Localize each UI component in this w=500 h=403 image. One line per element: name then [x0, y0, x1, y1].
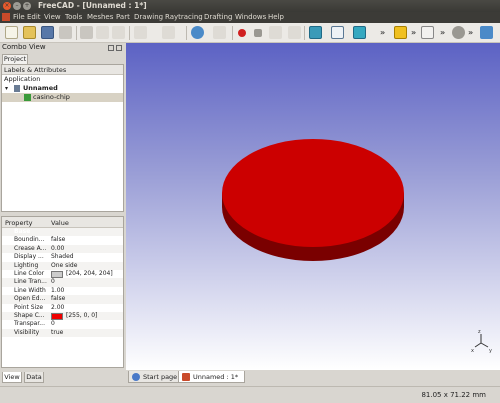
project-tree: Labels & Attributes Application ▾ Unname…: [1, 64, 124, 212]
tree-document[interactable]: ▾ Unnamed: [2, 84, 123, 93]
menu-edit[interactable]: Edit: [27, 13, 41, 21]
property-editor: Property Value Base Boundin... false Crea…: [1, 216, 124, 368]
property-row[interactable]: Open Ed... false: [2, 295, 123, 304]
property-row[interactable]: Line Color [204, 204, 204]: [2, 270, 123, 278]
property-row[interactable]: Lighting One side: [2, 261, 123, 270]
axonometric-view-icon[interactable]: [331, 26, 344, 39]
raytracing-icon[interactable]: [452, 26, 465, 39]
toolbar-separator: [129, 26, 130, 40]
3d-viewport[interactable]: z y x: [126, 43, 500, 370]
tab-data[interactable]: Data: [24, 372, 44, 383]
toolbar-overflow-chevron-icon[interactable]: »: [468, 28, 473, 37]
chip-top-face: [222, 139, 404, 247]
close-panel-icon[interactable]: [116, 45, 122, 51]
property-row[interactable]: Crease A... 0.00: [2, 244, 123, 254]
redo-icon[interactable]: [162, 26, 175, 39]
property-row[interactable]: Display ... Shaded: [2, 253, 123, 261]
menu-part[interactable]: Part: [116, 13, 130, 21]
save-icon[interactable]: [41, 26, 54, 39]
maximize-window-button[interactable]: +: [23, 2, 31, 10]
casino-chip-object[interactable]: [222, 139, 404, 261]
combo-view-title: Combo View: [0, 43, 125, 53]
property-group-base[interactable]: Base: [2, 228, 123, 237]
axis-cross-icon: z y x: [471, 329, 492, 354]
undo-icon[interactable]: [134, 26, 147, 39]
part-box-icon[interactable]: [394, 26, 407, 39]
front-view-icon[interactable]: [353, 26, 366, 39]
color-swatch[interactable]: [51, 312, 63, 320]
menu-tools[interactable]: Tools: [65, 13, 82, 21]
axis-x-label: x: [471, 348, 474, 354]
minimize-window-button[interactable]: –: [13, 2, 21, 10]
toolbar-separator: [232, 26, 233, 40]
menu-windows[interactable]: Windows: [235, 13, 266, 21]
axis-z-label: z: [478, 329, 481, 335]
menu-meshes[interactable]: Meshes: [87, 13, 113, 21]
axis-y-label: y: [489, 348, 492, 354]
drawing-page-icon[interactable]: [421, 26, 434, 39]
menu-raytracing[interactable]: Raytracing: [165, 13, 203, 21]
menu-bar: File Edit View Tools Meshes Part Drawing…: [0, 12, 500, 23]
property-row[interactable]: Point Size 2.00: [2, 304, 123, 312]
new-document-icon[interactable]: [5, 26, 18, 39]
select-arrow-icon[interactable]: [213, 26, 226, 39]
print-icon[interactable]: [59, 26, 72, 39]
property-row[interactable]: Visibility true: [2, 328, 123, 338]
tab-start-page[interactable]: Start page: [128, 371, 185, 383]
view-fit-all-icon[interactable]: [309, 26, 322, 39]
open-folder-icon[interactable]: [23, 26, 36, 39]
draft-line-icon[interactable]: [480, 26, 493, 39]
property-row[interactable]: Transpar... 0: [2, 320, 123, 328]
tab-project[interactable]: Project: [2, 54, 28, 64]
toolbar-overflow-chevron-icon[interactable]: »: [440, 28, 445, 37]
menu-file[interactable]: File: [13, 13, 25, 21]
toolbar-overflow-chevron-icon[interactable]: »: [380, 28, 385, 37]
toolbar-separator: [304, 26, 305, 40]
tree-header: Labels & Attributes: [2, 65, 123, 75]
paste-icon[interactable]: [112, 26, 125, 39]
title-bar: × – + FreeCAD - [Unnamed : 1*]: [0, 0, 500, 12]
document-tabs: Start page Unnamed : 1*: [126, 370, 500, 384]
color-swatch[interactable]: [51, 270, 63, 278]
toolbar-separator: [186, 26, 187, 40]
document-icon: [14, 85, 20, 92]
menu-help[interactable]: Help: [268, 13, 284, 21]
copy-icon[interactable]: [96, 26, 109, 39]
main-toolbar: » » » »: [0, 23, 500, 43]
part-feature-icon: [24, 94, 31, 101]
property-row[interactable]: Boundin... false: [2, 236, 123, 244]
tree-object-casino-chip[interactable]: casino-chip: [2, 93, 123, 102]
record-macro-icon[interactable]: [238, 29, 246, 37]
refresh-icon[interactable]: [191, 26, 204, 39]
status-bar: 81.05 x 71.22 mm: [0, 386, 500, 403]
macros-icon[interactable]: [269, 26, 282, 39]
toolbar-overflow-chevron-icon[interactable]: »: [411, 28, 416, 37]
run-macro-icon[interactable]: [288, 26, 301, 39]
property-row[interactable]: Line Width 1.00: [2, 287, 123, 295]
cut-icon[interactable]: [80, 26, 93, 39]
window-title: FreeCAD - [Unnamed : 1*]: [38, 1, 147, 10]
property-header: Property Value: [2, 217, 123, 228]
toolbar-separator: [76, 26, 77, 40]
collapse-arrow-icon[interactable]: ▾: [5, 84, 8, 93]
close-window-button[interactable]: ×: [3, 2, 11, 10]
tab-view[interactable]: View: [2, 372, 22, 383]
float-panel-icon[interactable]: [108, 45, 114, 51]
menu-drafting[interactable]: Drafting: [204, 13, 232, 21]
freecad-doc-icon: [182, 373, 190, 381]
globe-icon: [132, 373, 140, 381]
scene-canvas: z y x: [222, 139, 492, 354]
property-row[interactable]: Line Tran... 0: [2, 278, 123, 287]
property-column-header: Property: [5, 219, 33, 227]
property-row[interactable]: Shape C... [255, 0, 0]: [2, 311, 123, 321]
tree-root: Application: [4, 75, 41, 83]
menu-view[interactable]: View: [44, 13, 61, 21]
tab-unnamed-document[interactable]: Unnamed : 1*: [178, 371, 246, 383]
freecad-app-icon: [2, 13, 10, 21]
value-column-header: Value: [51, 219, 69, 227]
menu-drawing[interactable]: Drawing: [134, 13, 163, 21]
stop-macro-icon[interactable]: [254, 29, 262, 37]
dimensions-readout: 81.05 x 71.22 mm: [421, 391, 486, 399]
